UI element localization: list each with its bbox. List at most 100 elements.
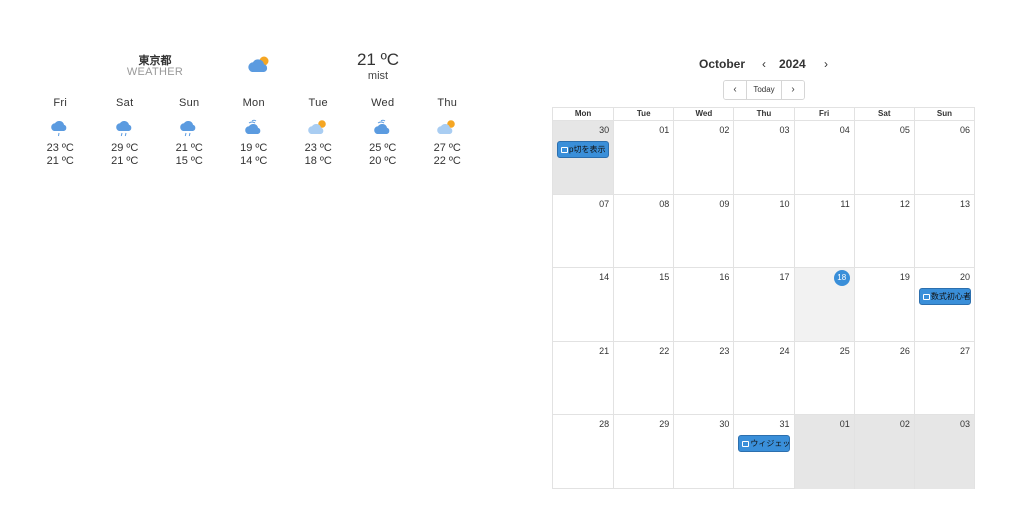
calendar-day[interactable]: 24 [733, 341, 793, 415]
day-number: 13 [959, 198, 970, 209]
calendar-day[interactable]: 25 [793, 341, 854, 415]
partly-cloudy-day-icon [437, 120, 456, 134]
calendar-grid: Mon Tue Wed Thu Fri Sat Sun 30 p切を表示 01 02 03 04 05 0… [552, 107, 975, 489]
calendar-day[interactable]: 19 [853, 268, 914, 341]
calendar-day[interactable]: 01 [613, 121, 673, 194]
calendar-week-row: 21 22 23 24 25 26 27 [553, 341, 974, 416]
calendar-day[interactable]: 16 [673, 268, 733, 341]
calendar-day[interactable]: 03 [913, 415, 974, 489]
calendar-day[interactable]: 01 [793, 415, 854, 489]
calendar-day[interactable]: 26 [853, 341, 914, 415]
forecast-day-name: Fri [53, 97, 68, 109]
day-number: 14 [599, 272, 610, 283]
calendar-day[interactable]: 08 [613, 194, 673, 268]
calendar-day[interactable]: 31 ウィジェット [733, 415, 793, 489]
forecast-day: Sat 29 ºC 21 ºC [93, 96, 158, 186]
day-number: 01 [659, 125, 670, 135]
calendar-event[interactable]: p切を表示 [557, 141, 609, 158]
calendar-day[interactable]: 10 [733, 194, 793, 268]
day-number: 01 [839, 419, 850, 430]
calendar-day[interactable]: 17 [733, 268, 793, 341]
partly-cloudy-day-icon [248, 56, 269, 72]
event-title: p切を表示 [569, 145, 606, 154]
calendar-day[interactable]: 23 [673, 341, 733, 415]
calendar-year[interactable]: 2024 [779, 57, 806, 71]
calendar-day[interactable]: 30 p切を表示 [553, 121, 614, 194]
windy-cloud-icon [373, 119, 390, 134]
calendar-header: October ‹ 2024 › [552, 55, 975, 73]
forecast-low: 21 ºC [46, 155, 74, 167]
next-month-button[interactable]: › [782, 81, 804, 99]
weekday-header: Fri [793, 108, 854, 120]
day-number: 19 [899, 272, 910, 283]
calendar-day[interactable]: 29 [613, 415, 673, 489]
calendar-day[interactable]: 06 [913, 121, 974, 194]
calendar-day[interactable]: 07 [553, 195, 613, 268]
today-button[interactable]: Today [746, 81, 782, 99]
weekday-header: Wed [673, 108, 733, 120]
calendar-day[interactable]: 13 [913, 194, 974, 268]
day-number: 07 [599, 198, 610, 209]
weekday-header: Sat [853, 108, 914, 120]
calendar-day[interactable]: 09 [673, 194, 733, 268]
calendar-day[interactable]: 30 [673, 415, 733, 489]
forecast-day-name: Wed [371, 97, 395, 109]
forecast-high: 23 ºC [304, 142, 332, 154]
day-number: 11 [840, 198, 850, 209]
prev-year-button[interactable]: ‹ [757, 55, 771, 73]
forecast-day-name: Thu [437, 97, 458, 109]
day-number: 10 [779, 198, 790, 209]
partly-cloudy-day-icon [308, 120, 327, 134]
calendar-week-row: 07 08 09 10 11 12 13 [553, 194, 974, 269]
day-number: 02 [719, 125, 730, 135]
forecast-low: 15 ºC [175, 155, 203, 167]
calendar-month[interactable]: October [699, 57, 745, 71]
forecast-high: 23 ºC [46, 142, 74, 154]
calendar-day-today[interactable]: 18 [793, 268, 854, 341]
current-condition: mist [367, 70, 389, 82]
calendar-day[interactable]: 22 [613, 341, 673, 415]
weekday-header: Tue [613, 108, 673, 120]
forecast-low: 14 ºC [240, 155, 268, 167]
calendar-day[interactable]: 28 [553, 415, 613, 489]
calendar-day[interactable]: 04 [793, 121, 854, 194]
forecast-day-name: Sat [116, 97, 134, 109]
event-chat-icon [561, 147, 568, 153]
day-number: 29 [659, 419, 670, 430]
day-number: 27 [959, 345, 970, 356]
event-title: 数式初心者 [930, 292, 971, 302]
forecast-day: Tue 23 ºC 18 ºC [286, 96, 351, 186]
calendar-day[interactable]: 11 [793, 194, 854, 268]
forecast-low: 22 ºC [433, 155, 461, 167]
forecast-high: 19 ºC [240, 142, 268, 154]
calendar-day[interactable]: 12 [853, 194, 914, 268]
calendar-event[interactable]: ウィジェット [738, 435, 791, 453]
calendar-event[interactable]: 数式初心者 [918, 288, 971, 306]
weekday-header-row: Mon Tue Wed Thu Fri Sat Sun [553, 108, 974, 121]
calendar-widget: October ‹ 2024 › ‹ Today › Mon Tue Wed Thu F… [552, 50, 975, 490]
calendar-day[interactable]: 02 [853, 415, 914, 489]
day-number: 21 [599, 345, 610, 356]
page: 東京都 WEATHER 21 ºC mist Fri 23 ºC 21 ºC S… [0, 0, 1024, 531]
calendar-day[interactable]: 20 数式初心者 [913, 268, 974, 341]
forecast-high: 27 ºC [433, 142, 461, 154]
day-number: 31 [779, 419, 790, 430]
weekday-header: Sun [913, 108, 974, 120]
calendar-day[interactable]: 05 [853, 121, 914, 194]
calendar-week-row: 30 p切を表示 01 02 03 04 05 06 [553, 121, 974, 195]
calendar-day[interactable]: 21 [553, 342, 613, 415]
prev-month-button[interactable]: ‹ [724, 81, 746, 99]
calendar-day[interactable]: 03 [733, 121, 793, 194]
calendar-day[interactable]: 14 [553, 268, 613, 341]
weather-widget: 東京都 WEATHER 21 ºC mist Fri 23 ºC 21 ºC S… [28, 50, 488, 190]
calendar-day[interactable]: 02 [673, 121, 733, 194]
forecast-day-name: Sun [179, 97, 200, 109]
forecast-day: Fri 23 ºC 21 ºC [28, 96, 93, 186]
next-year-button[interactable]: › [819, 55, 833, 73]
calendar-day[interactable]: 15 [613, 268, 673, 341]
calendar-day[interactable]: 27 [913, 341, 974, 415]
day-number: 17 [779, 272, 790, 283]
rain-icon [115, 120, 132, 137]
current-temperature: 21 ºC [356, 50, 400, 69]
day-number: 03 [959, 419, 970, 430]
